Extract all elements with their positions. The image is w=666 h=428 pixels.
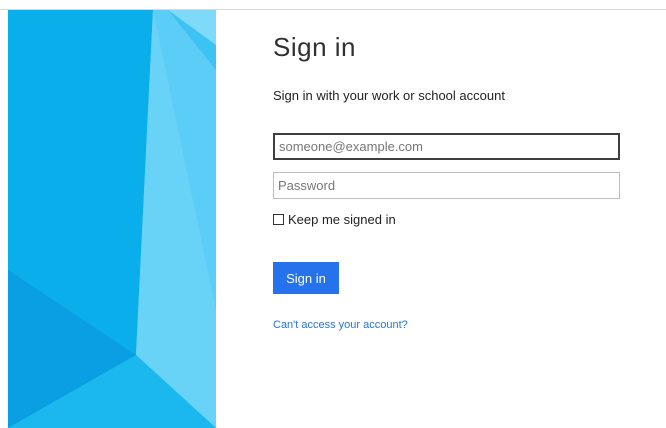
sign-in-page: Sign in Sign in with your work or school… [0,0,666,428]
cant-access-account-link[interactable]: Can't access your account? [273,319,408,331]
sign-in-subtitle: Sign in with your work or school account [273,88,505,103]
page-title: Sign in [273,32,356,62]
brand-illustration [8,10,216,428]
sign-in-button[interactable]: Sign in [273,262,339,294]
keep-signed-in-checkbox[interactable] [273,214,284,225]
email-field[interactable] [273,133,620,160]
keep-signed-in-option[interactable]: Keep me signed in [273,212,396,227]
keep-signed-in-label: Keep me signed in [288,212,396,227]
password-field[interactable] [273,172,620,199]
